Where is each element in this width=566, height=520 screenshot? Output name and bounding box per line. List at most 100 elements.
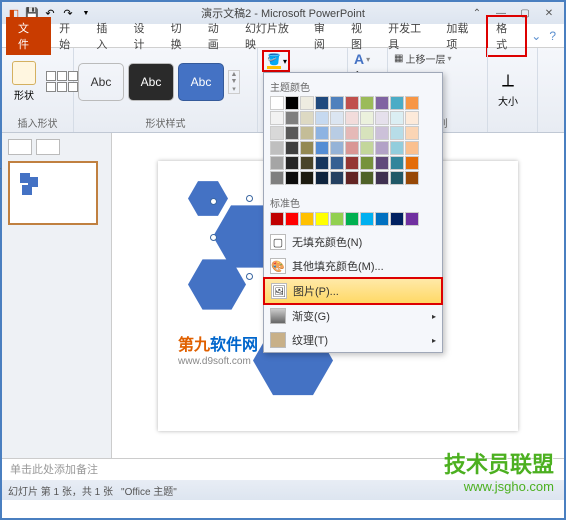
color-swatch[interactable] xyxy=(390,156,404,170)
color-swatch[interactable] xyxy=(300,111,314,125)
color-swatch[interactable] xyxy=(315,141,329,155)
color-swatch[interactable] xyxy=(285,111,299,125)
size-icon: ⟂ xyxy=(502,70,514,91)
shape-style-1[interactable]: Abc xyxy=(78,63,124,101)
color-swatch[interactable] xyxy=(300,212,314,226)
color-swatch[interactable] xyxy=(345,212,359,226)
fill-color-dropdown: 主题颜色 标准色 ▢ 无填充颜色(N) 🎨 其他填充颜色(M)... 🖼 图片(… xyxy=(263,72,443,353)
color-swatch[interactable] xyxy=(285,126,299,140)
color-swatch[interactable] xyxy=(285,212,299,226)
color-swatch[interactable] xyxy=(360,126,374,140)
help-icon[interactable]: ? xyxy=(545,29,560,43)
theme-color-grid[interactable] xyxy=(270,96,436,185)
color-swatch[interactable] xyxy=(315,126,329,140)
standard-color-grid[interactable] xyxy=(270,212,436,226)
ribbon-collapse-icon[interactable]: ⌄ xyxy=(527,29,545,43)
color-swatch[interactable] xyxy=(330,96,344,110)
color-swatch[interactable] xyxy=(300,171,314,185)
color-swatch[interactable] xyxy=(345,156,359,170)
color-swatch[interactable] xyxy=(405,126,419,140)
color-swatch[interactable] xyxy=(360,212,374,226)
color-swatch[interactable] xyxy=(300,96,314,110)
wordart-icon: A xyxy=(354,51,364,67)
wordart-styles-button[interactable]: A▾ xyxy=(352,50,372,68)
color-swatch[interactable] xyxy=(375,212,389,226)
color-swatch[interactable] xyxy=(405,212,419,226)
color-swatch[interactable] xyxy=(360,171,374,185)
close-icon[interactable]: ✕ xyxy=(540,6,558,20)
color-swatch[interactable] xyxy=(405,111,419,125)
theme-colors-label: 主题颜色 xyxy=(270,77,436,96)
shape-fill-button[interactable]: 🪣 ▾ xyxy=(262,50,290,72)
color-wheel-icon: 🎨 xyxy=(270,258,286,274)
color-swatch[interactable] xyxy=(345,141,359,155)
slide-thumbnail-1[interactable] xyxy=(8,161,98,225)
color-swatch[interactable] xyxy=(270,96,284,110)
color-swatch[interactable] xyxy=(330,141,344,155)
shapes-button[interactable]: 形状 xyxy=(6,59,42,104)
color-swatch[interactable] xyxy=(315,171,329,185)
texture-item[interactable]: 纹理(T)▸ xyxy=(264,328,442,352)
color-swatch[interactable] xyxy=(405,96,419,110)
color-swatch[interactable] xyxy=(390,96,404,110)
shapes-label: 形状 xyxy=(14,87,34,102)
color-swatch[interactable] xyxy=(300,126,314,140)
color-swatch[interactable] xyxy=(360,141,374,155)
shape-style-2[interactable]: Abc xyxy=(128,63,174,101)
color-swatch[interactable] xyxy=(390,141,404,155)
color-swatch[interactable] xyxy=(390,212,404,226)
color-swatch[interactable] xyxy=(360,111,374,125)
color-swatch[interactable] xyxy=(285,96,299,110)
color-swatch[interactable] xyxy=(270,126,284,140)
color-swatch[interactable] xyxy=(300,141,314,155)
color-swatch[interactable] xyxy=(315,156,329,170)
color-swatch[interactable] xyxy=(375,141,389,155)
color-swatch[interactable] xyxy=(375,111,389,125)
color-swatch[interactable] xyxy=(285,156,299,170)
color-swatch[interactable] xyxy=(270,141,284,155)
color-swatch[interactable] xyxy=(405,156,419,170)
color-swatch[interactable] xyxy=(405,141,419,155)
size-button[interactable]: ⟂ 大小 xyxy=(492,68,524,110)
gradient-item[interactable]: 渐变(G)▸ xyxy=(264,304,442,328)
color-swatch[interactable] xyxy=(330,111,344,125)
picture-fill-item[interactable]: 🖼 图片(P)... xyxy=(263,277,443,305)
color-swatch[interactable] xyxy=(285,171,299,185)
color-swatch[interactable] xyxy=(360,156,374,170)
slides-tab[interactable] xyxy=(8,139,32,155)
shape-style-3[interactable]: Abc xyxy=(178,63,224,101)
color-swatch[interactable] xyxy=(390,171,404,185)
color-swatch[interactable] xyxy=(330,212,344,226)
color-swatch[interactable] xyxy=(285,141,299,155)
color-swatch[interactable] xyxy=(270,212,284,226)
color-swatch[interactable] xyxy=(345,126,359,140)
no-fill-item[interactable]: ▢ 无填充颜色(N) xyxy=(264,230,442,254)
color-swatch[interactable] xyxy=(360,96,374,110)
color-swatch[interactable] xyxy=(390,111,404,125)
color-swatch[interactable] xyxy=(315,111,329,125)
color-swatch[interactable] xyxy=(330,126,344,140)
style-scroll[interactable]: ▲▼▾ xyxy=(228,70,240,94)
color-swatch[interactable] xyxy=(330,171,344,185)
color-swatch[interactable] xyxy=(300,156,314,170)
hexagon-shape[interactable] xyxy=(188,179,228,219)
no-fill-icon: ▢ xyxy=(270,234,286,250)
color-swatch[interactable] xyxy=(315,212,329,226)
color-swatch[interactable] xyxy=(270,111,284,125)
color-swatch[interactable] xyxy=(375,126,389,140)
color-swatch[interactable] xyxy=(390,126,404,140)
color-swatch[interactable] xyxy=(345,96,359,110)
outline-tab[interactable] xyxy=(36,139,60,155)
color-swatch[interactable] xyxy=(375,171,389,185)
color-swatch[interactable] xyxy=(330,156,344,170)
color-swatch[interactable] xyxy=(345,171,359,185)
color-swatch[interactable] xyxy=(375,96,389,110)
color-swatch[interactable] xyxy=(270,156,284,170)
color-swatch[interactable] xyxy=(405,171,419,185)
color-swatch[interactable] xyxy=(375,156,389,170)
bring-forward-button[interactable]: ▦上移一层▾ xyxy=(392,50,453,67)
color-swatch[interactable] xyxy=(345,111,359,125)
color-swatch[interactable] xyxy=(270,171,284,185)
more-colors-item[interactable]: 🎨 其他填充颜色(M)... xyxy=(264,254,442,278)
color-swatch[interactable] xyxy=(315,96,329,110)
